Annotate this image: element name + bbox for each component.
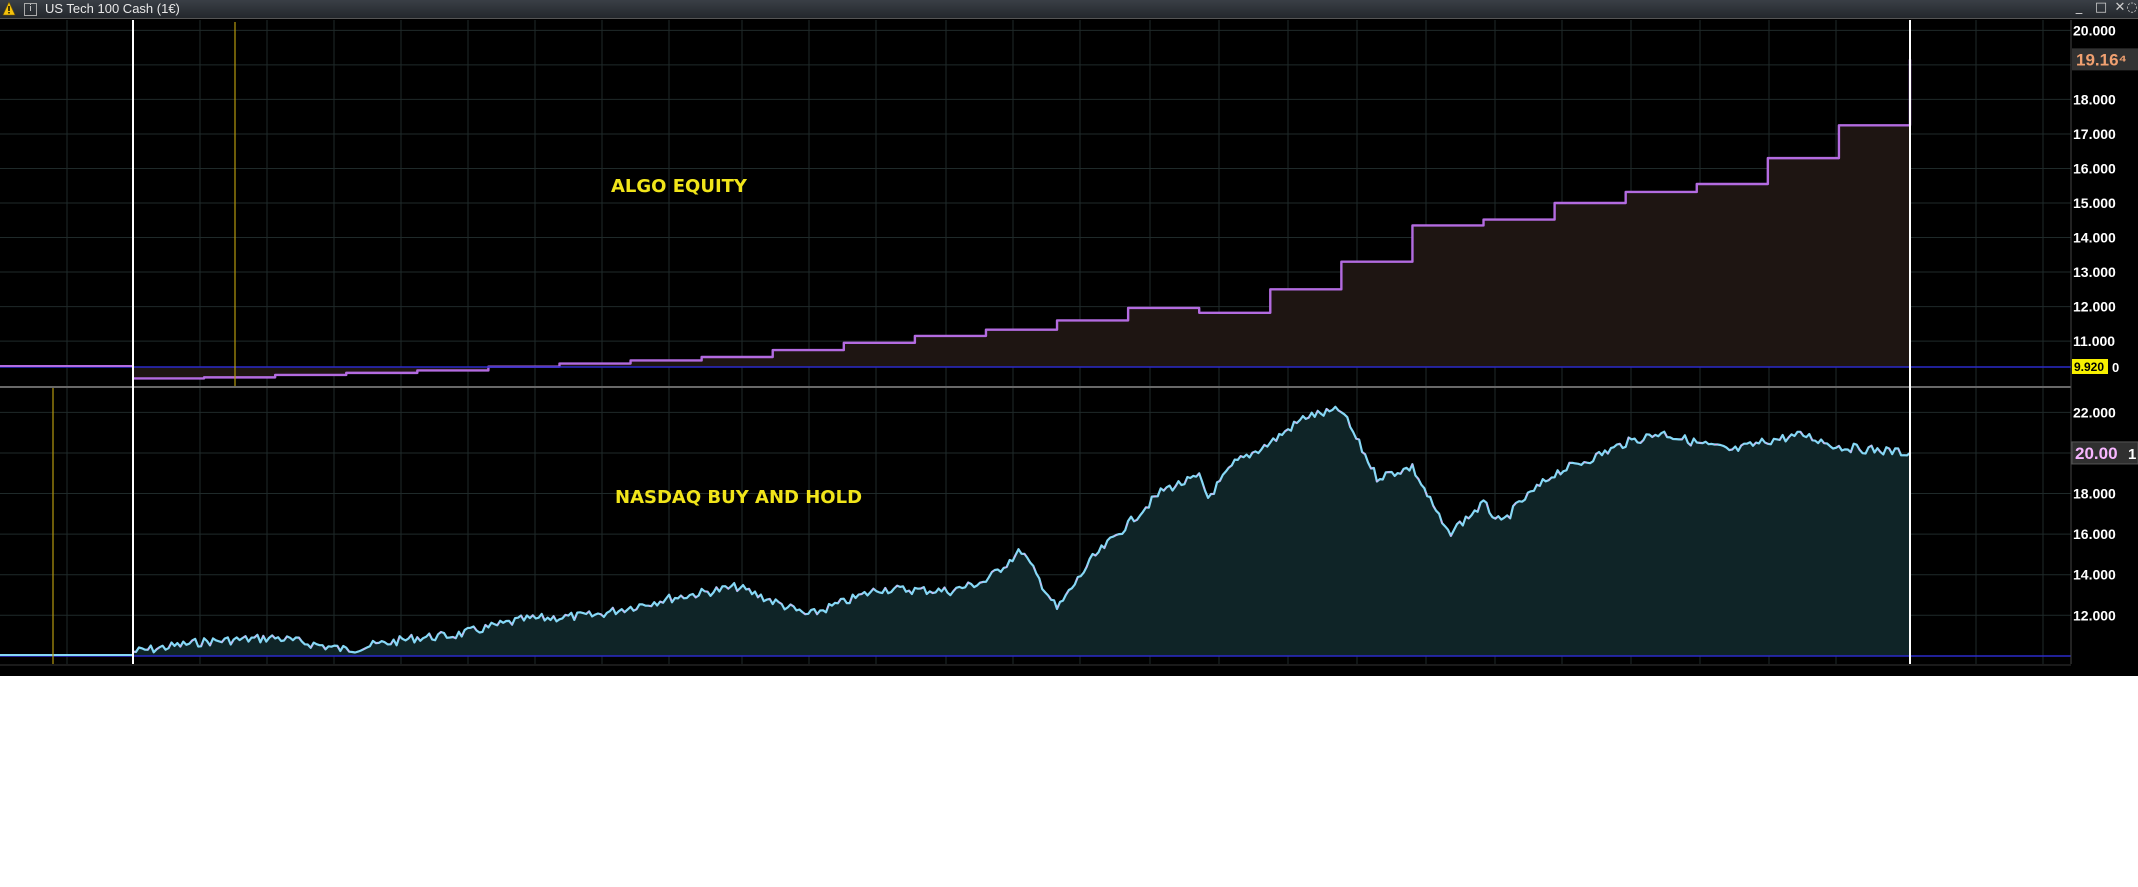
algo-ytick-label-4: 15.000 (2073, 195, 2116, 211)
nasdaq-ytick-label-2: 16.000 (2073, 526, 2116, 542)
nasdaq-ytick-label-1: 14.000 (2073, 567, 2116, 583)
time-axis-strip (0, 664, 2138, 676)
algo-equity-label: ALGO EQUITY (611, 176, 747, 197)
algo-ytick-label-7: 18.000 (2073, 91, 2116, 107)
nasdaq-last-value-label: 20.00 (2075, 444, 2118, 463)
algo-ytick-label-5: 16.000 (2073, 160, 2116, 176)
algo-ytick-label-9: 20.000 (2073, 22, 2116, 38)
algo-ytick-label-1: 12.000 (2073, 299, 2116, 315)
nasdaq-buy-and-hold-label: NASDAQ BUY AND HOLD (615, 487, 863, 508)
algo-base-value-label: 9.920 (2074, 360, 2104, 374)
trading-chart-window: i US Tech 100 Cash (1€) _ □ ✕ ◌ 11.000 12… (0, 0, 2138, 676)
algo-base-value-suffix: 0 (2112, 360, 2119, 375)
algo-ytick-label-6: 17.000 (2073, 126, 2116, 142)
algo-ytick-label-0: 11.000 (2073, 333, 2115, 349)
algo-ytick-label-3: 14.000 (2073, 230, 2116, 246)
algo-ytick-label-2: 13.000 (2073, 264, 2116, 280)
charts-canvas: 11.000 12.000 13.000 14.000 15.000 16.000 17.0… (0, 20, 2138, 676)
nasdaq-ytick-label-5: 22.000 (2073, 404, 2116, 420)
nasdaq-ytick-label-0: 12.000 (2073, 607, 2116, 623)
nasdaq-ytick-label-3: 18.000 (2073, 486, 2116, 502)
nasdaq-last-value-suffix: 1 (2128, 446, 2136, 463)
algo-last-value-label: 19.16⁴ (2076, 50, 2127, 69)
